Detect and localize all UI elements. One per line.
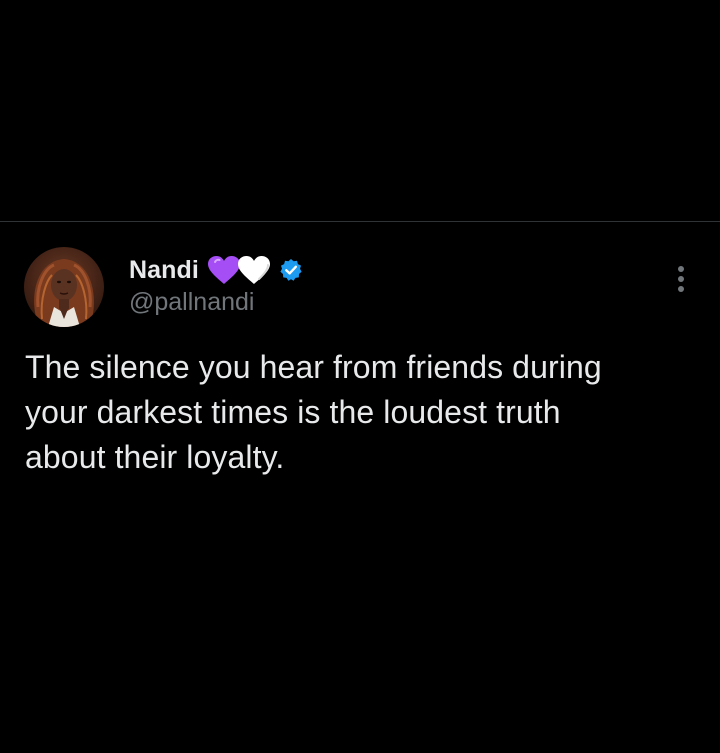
author-name-row: Nandi [129, 254, 303, 286]
tweet-text: The silence you hear from friends during… [25, 345, 695, 480]
more-vertical-icon [678, 266, 684, 292]
avatar-photo [24, 247, 104, 327]
author-handle[interactable]: @pallnandi [129, 288, 254, 317]
tweet-text-line: The silence you hear from friends during [25, 349, 602, 385]
purple-heart-icon [207, 255, 241, 285]
author-display-name[interactable]: Nandi [129, 256, 199, 285]
tweet-text-line: your darkest times is the loudest truth [25, 394, 561, 430]
author-avatar[interactable] [24, 247, 104, 327]
tweet-text-line: about their loyalty. [25, 439, 285, 475]
name-emojis [207, 255, 271, 285]
more-options-button[interactable] [670, 264, 692, 294]
top-divider [0, 221, 720, 222]
white-heart-icon [237, 255, 271, 285]
verified-badge-icon[interactable] [279, 258, 303, 282]
